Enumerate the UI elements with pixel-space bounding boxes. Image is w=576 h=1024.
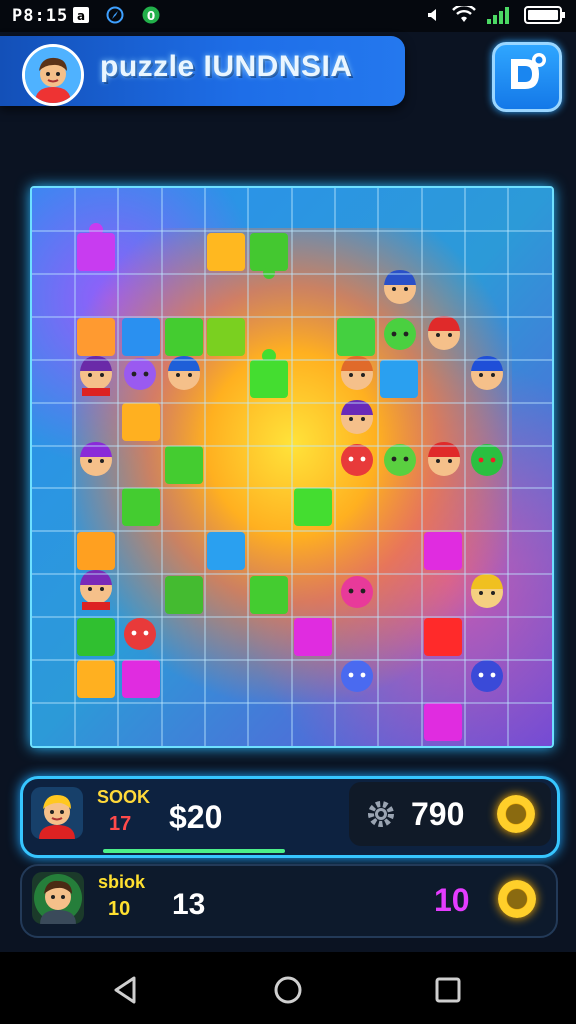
settings-gear-icon	[368, 801, 394, 827]
player-score-panel: SOOK 17 $20 790	[20, 776, 560, 858]
player-coins: 790	[411, 796, 465, 832]
puzzle-logo-button[interactable]	[492, 42, 562, 112]
player-score: $20	[169, 799, 223, 835]
opponent-coins: 10	[434, 882, 470, 918]
page-title: puzzle IUNDNSIA	[100, 50, 353, 83]
app-icon: 0	[142, 6, 160, 24]
puzzle-board-area	[20, 176, 560, 756]
game-header: puzzle IUNDNSIA	[0, 36, 405, 106]
opponent-avatar	[32, 872, 84, 924]
player-level: 17	[109, 813, 132, 835]
recents-icon[interactable]	[428, 970, 468, 1010]
player-progress-bar	[103, 849, 285, 853]
back-icon[interactable]	[106, 970, 146, 1010]
puzzle-grid[interactable]	[32, 188, 552, 746]
signal-icon	[487, 7, 509, 24]
status-bar: P8:15 a 0	[0, 0, 576, 32]
opponent-level: 10	[108, 898, 131, 920]
player-panel-avatar	[31, 787, 83, 839]
puzzle-logo-icon	[511, 53, 546, 89]
battery-icon	[524, 6, 565, 24]
svg-text:0: 0	[147, 9, 155, 23]
notification-icon: a	[73, 7, 89, 23]
wifi-icon	[452, 6, 476, 22]
player-name: SOOK	[97, 787, 151, 807]
gear-icon[interactable]	[497, 795, 535, 833]
player-coins-box: 790	[349, 782, 551, 846]
volume-icon	[428, 9, 436, 21]
player-avatar[interactable]	[22, 44, 84, 106]
status-time: P8:15	[12, 6, 69, 26]
home-icon[interactable]	[268, 970, 308, 1010]
compass-icon	[106, 6, 124, 24]
puzzle-board[interactable]	[30, 186, 554, 748]
opponent-score-panel: sbiok 10 13 10	[20, 864, 558, 938]
svg-text:a: a	[77, 9, 85, 23]
gear-icon[interactable]	[498, 880, 536, 918]
opponent-name: sbiok	[98, 872, 146, 892]
opponent-score: 13	[172, 888, 206, 921]
system-navbar	[0, 952, 576, 1024]
